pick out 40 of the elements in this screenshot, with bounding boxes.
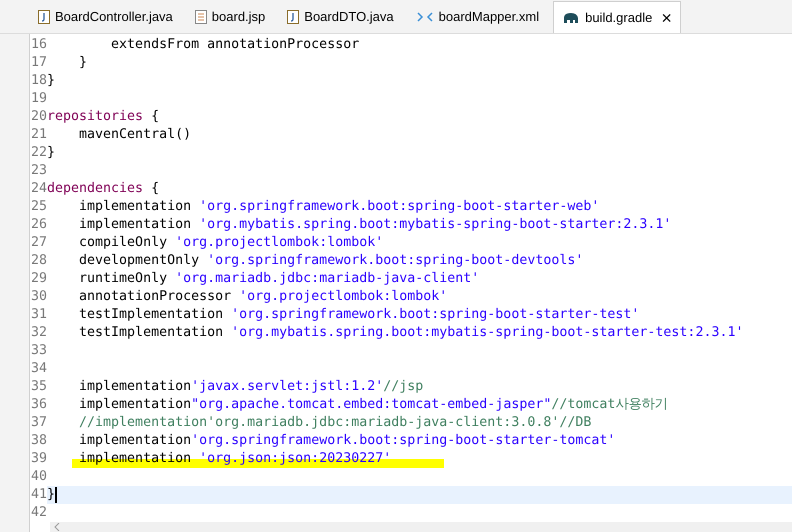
code-text: annotationProcessor 'org.projectlombok:lombok' [78,288,448,306]
code-text: dependencies { [47,180,160,198]
editor-tab[interactable]: boardMapper.xml [408,1,548,33]
xml-file-icon [416,10,434,24]
code-text: //implementation'org.mariadb.jdbc:mariadb-java-client:3.0.8'//DB [78,414,592,432]
document-icon [194,10,207,24]
code-text: implementation 'org.springframework.boot:spring-boot-starter-web' [78,198,600,216]
editor-tab[interactable]: build.gradle × [553,1,681,33]
code-text: testImplementation 'org.mybatis.spring.boot:mybatis-spring-boot-starter-test:2.3.1' [78,324,744,342]
tab-label: BoardDTO.java [304,8,394,26]
tab-label: board.jsp [212,8,266,26]
editor-tab[interactable]: BoardController.java [30,1,181,33]
text-cursor [55,487,58,504]
java-file-icon [287,10,300,24]
code-text: repositories { [47,108,160,126]
code-text: extendsFrom annotationProcessor [110,36,360,54]
code-text: } [47,144,56,162]
code-text: mavenCentral() [78,126,192,144]
close-button[interactable]: × [661,8,672,26]
tab-label: build.gradle [585,8,652,27]
tab-label: boardMapper.xml [438,8,540,26]
code-text: runtimeOnly 'org.mariadb.jdbc:mariadb-java-client' [78,270,480,288]
scroll-left-icon[interactable] [54,523,60,532]
java-file-icon [38,10,50,24]
code-text: implementation'org.springframework.boot:spring-boot-starter-tomcat' [78,432,616,450]
code-text: implementation 'org.mybatis.spring.boot:mybatis-spring-boot-starter:2.3.1' [78,216,672,234]
line-number: 41 [30,485,47,506]
code-text: testImplementation 'org.springframework.boot:spring-boot-starter-test' [78,306,640,324]
elephant-icon [562,10,580,24]
editor-tab[interactable]: board.jsp [186,1,274,33]
code-text: } [47,72,56,90]
code-text: implementation"org.apache.tomcat.embed:tomcat-embed-jasper"//tomcat사용하기 [78,396,668,414]
code-text: compileOnly 'org.projectlombok:lombok' [78,234,384,252]
code-text: implementation 'org.json:json:20230227' [78,450,392,468]
tab-label: BoardController.java [55,8,173,26]
editor-tab[interactable]: BoardDTO.java [279,1,402,33]
code-text: } [78,54,88,72]
code-text: implementation'javax.servlet:jstl:1.2'//jsp [78,378,424,396]
code-text: developmentOnly 'org.springframework.boot:spring-boot-devtools' [78,252,584,270]
code-text: } [47,486,56,504]
